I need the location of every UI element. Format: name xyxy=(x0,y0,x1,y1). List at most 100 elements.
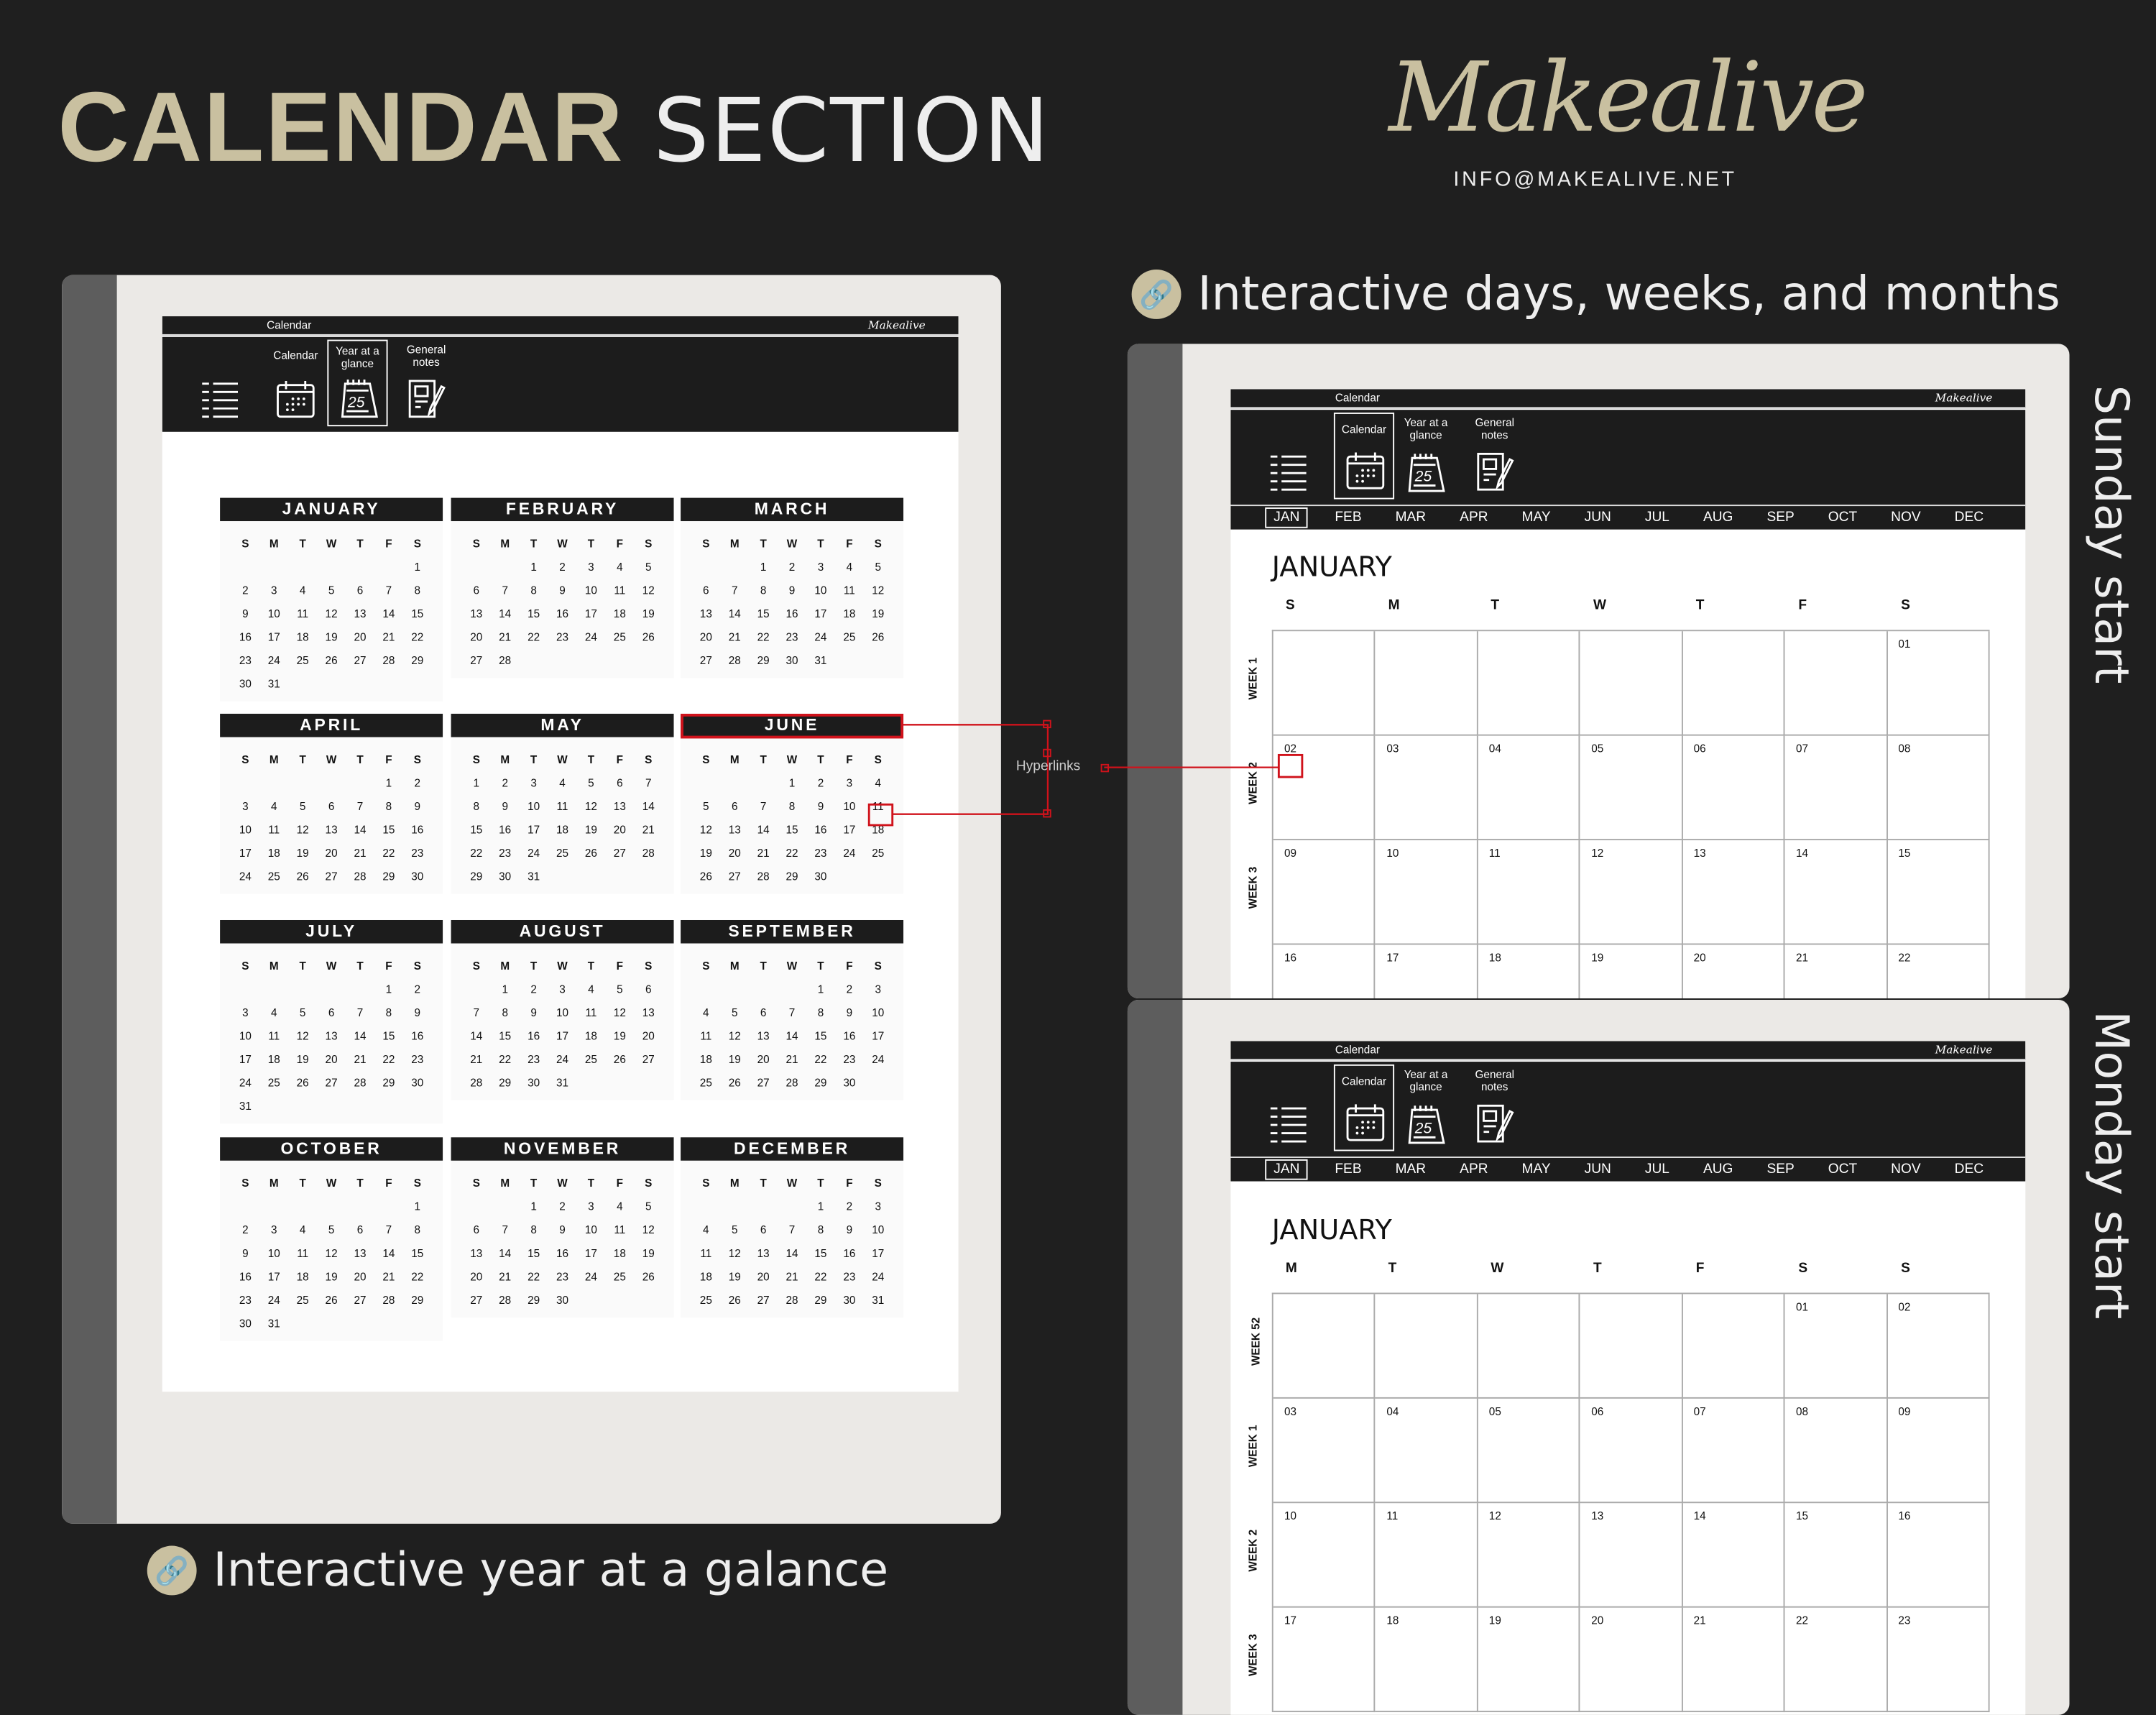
day-link[interactable]: 5 xyxy=(288,795,317,819)
day-cell[interactable]: 03 xyxy=(1376,735,1478,841)
month-header[interactable]: AUGUST xyxy=(451,919,674,944)
week-label-link[interactable]: WEEK 3 xyxy=(1247,1634,1259,1676)
day-link[interactable]: 20 xyxy=(720,842,749,865)
day-link[interactable]: 12 xyxy=(634,579,663,602)
tab-jul[interactable]: JUL xyxy=(1638,506,1676,530)
day-link[interactable]: 24 xyxy=(864,1265,893,1289)
day-link[interactable]: 17 xyxy=(520,818,548,842)
tab-feb[interactable]: FEB xyxy=(1328,1158,1368,1182)
day-link[interactable]: 28 xyxy=(346,865,374,888)
tab-dec[interactable]: DEC xyxy=(1948,1158,1991,1182)
nav-item-desk-calendar[interactable]: Year at a glance 25 xyxy=(327,339,388,427)
day-link[interactable]: 1 xyxy=(491,978,520,1001)
day-link[interactable]: 3 xyxy=(548,978,577,1001)
day-link[interactable]: 29 xyxy=(806,1071,835,1095)
day-link[interactable]: 3 xyxy=(259,1218,288,1242)
day-link[interactable]: 18 xyxy=(605,1242,634,1266)
day-link[interactable]: 7 xyxy=(374,1218,403,1242)
day-cell[interactable]: 11 xyxy=(1376,1503,1478,1608)
day-link[interactable]: 29 xyxy=(403,1289,432,1312)
day-link[interactable]: 5 xyxy=(634,556,663,579)
tab-mar[interactable]: MAR xyxy=(1388,1158,1433,1182)
day-cell[interactable]: 03 xyxy=(1273,1398,1376,1504)
day-link[interactable]: 5 xyxy=(864,556,893,579)
day-cell[interactable]: 19 xyxy=(1478,1607,1580,1713)
day-link[interactable]: 19 xyxy=(288,1048,317,1072)
day-link[interactable]: 5 xyxy=(634,1195,663,1219)
day-link[interactable]: 12 xyxy=(317,602,346,626)
tab-jun[interactable]: JUN xyxy=(1577,506,1618,530)
day-link[interactable]: 28 xyxy=(720,649,749,673)
day-link[interactable]: 27 xyxy=(462,649,491,673)
day-link[interactable]: 2 xyxy=(231,579,259,602)
day-link[interactable]: 4 xyxy=(259,795,288,819)
day-cell[interactable]: 21 xyxy=(1785,944,1888,999)
day-link[interactable]: 2 xyxy=(778,556,806,579)
day-cell[interactable]: 06 xyxy=(1580,1398,1683,1504)
day-link[interactable]: 30 xyxy=(806,865,835,888)
day-link[interactable]: 1 xyxy=(374,978,403,1001)
day-link[interactable]: 25 xyxy=(691,1071,720,1095)
day-link[interactable]: 13 xyxy=(346,602,374,626)
day-link[interactable]: 5 xyxy=(720,1218,749,1242)
day-link[interactable]: 26 xyxy=(634,626,663,650)
day-link[interactable]: 19 xyxy=(720,1265,749,1289)
day-link[interactable]: 21 xyxy=(778,1265,806,1289)
day-link[interactable]: 8 xyxy=(462,795,491,819)
day-link[interactable]: 11 xyxy=(691,1242,720,1266)
day-link[interactable]: 25 xyxy=(835,626,864,650)
day-link[interactable]: 30 xyxy=(548,1289,577,1312)
day-cell[interactable]: 10 xyxy=(1376,840,1478,945)
day-link[interactable]: 27 xyxy=(749,1071,778,1095)
month-november[interactable]: NOVEMBER S M T W T F S 1 2 3 4 5 6 7 8 9 10 11 12 13 14 15 16 17… xyxy=(451,1137,674,1318)
day-link[interactable]: 3 xyxy=(520,771,548,795)
day-link[interactable]: 22 xyxy=(520,1265,548,1289)
day-link[interactable]: 2 xyxy=(403,978,432,1001)
day-link[interactable]: 22 xyxy=(491,1048,520,1072)
day-link[interactable]: 3 xyxy=(806,556,835,579)
day-link[interactable]: 26 xyxy=(605,1048,634,1072)
day-link[interactable]: 13 xyxy=(749,1024,778,1048)
day-link[interactable]: 25 xyxy=(288,649,317,673)
nav-item-list[interactable] xyxy=(1258,1065,1319,1151)
month-april[interactable]: APRIL S M T W T F S 1 2 3 4 5 6 7 8 9 10 11 12 13 14 15 16 17 18 1… xyxy=(220,714,443,894)
day-link[interactable]: 12 xyxy=(317,1242,346,1266)
day-link[interactable]: 19 xyxy=(634,602,663,626)
day-link[interactable]: 12 xyxy=(634,1218,663,1242)
day-link[interactable]: 19 xyxy=(864,602,893,626)
day-link[interactable]: 23 xyxy=(835,1048,864,1072)
day-link[interactable]: 2 xyxy=(835,978,864,1001)
day-link[interactable]: 21 xyxy=(634,818,663,842)
day-link[interactable]: 15 xyxy=(778,818,806,842)
day-cell[interactable]: 15 xyxy=(1784,1503,1888,1608)
day-cell[interactable]: 05 xyxy=(1478,1398,1580,1504)
day-cell[interactable]: 18 xyxy=(1478,944,1580,999)
day-link[interactable]: 15 xyxy=(403,1242,432,1266)
day-link[interactable]: 17 xyxy=(576,1242,605,1266)
day-link[interactable]: 23 xyxy=(231,1289,259,1312)
day-link[interactable]: 10 xyxy=(231,818,259,842)
day-link[interactable]: 9 xyxy=(231,1242,259,1266)
day-link[interactable]: 13 xyxy=(749,1242,778,1266)
day-link[interactable]: 24 xyxy=(520,842,548,865)
month-august[interactable]: AUGUST S M T W T F S 1 2 3 4 5 6 7 8 9 10 11 12 13 14 15 16 17 18… xyxy=(451,919,674,1100)
day-link[interactable]: 1 xyxy=(778,771,806,795)
day-link[interactable]: 20 xyxy=(605,818,634,842)
day-link[interactable]: 24 xyxy=(864,1048,893,1072)
day-link[interactable]: 7 xyxy=(778,1218,806,1242)
day-link[interactable]: 12 xyxy=(691,818,720,842)
day-link[interactable]: 1 xyxy=(403,1195,432,1219)
day-cell[interactable]: 12 xyxy=(1580,840,1683,945)
day-cell[interactable]: 19 xyxy=(1580,944,1683,999)
day-link[interactable]: 13 xyxy=(720,818,749,842)
day-link[interactable]: 14 xyxy=(749,818,778,842)
day-link[interactable]: 30 xyxy=(520,1071,548,1095)
day-link[interactable]: 29 xyxy=(462,865,491,888)
day-link[interactable]: 27 xyxy=(749,1289,778,1312)
day-link[interactable]: 18 xyxy=(288,626,317,650)
day-link[interactable]: 11 xyxy=(548,795,577,819)
day-link[interactable]: 7 xyxy=(346,795,374,819)
day-link[interactable]: 3 xyxy=(576,1195,605,1219)
day-link[interactable]: 8 xyxy=(374,1001,403,1025)
day-link[interactable]: 12 xyxy=(720,1242,749,1266)
